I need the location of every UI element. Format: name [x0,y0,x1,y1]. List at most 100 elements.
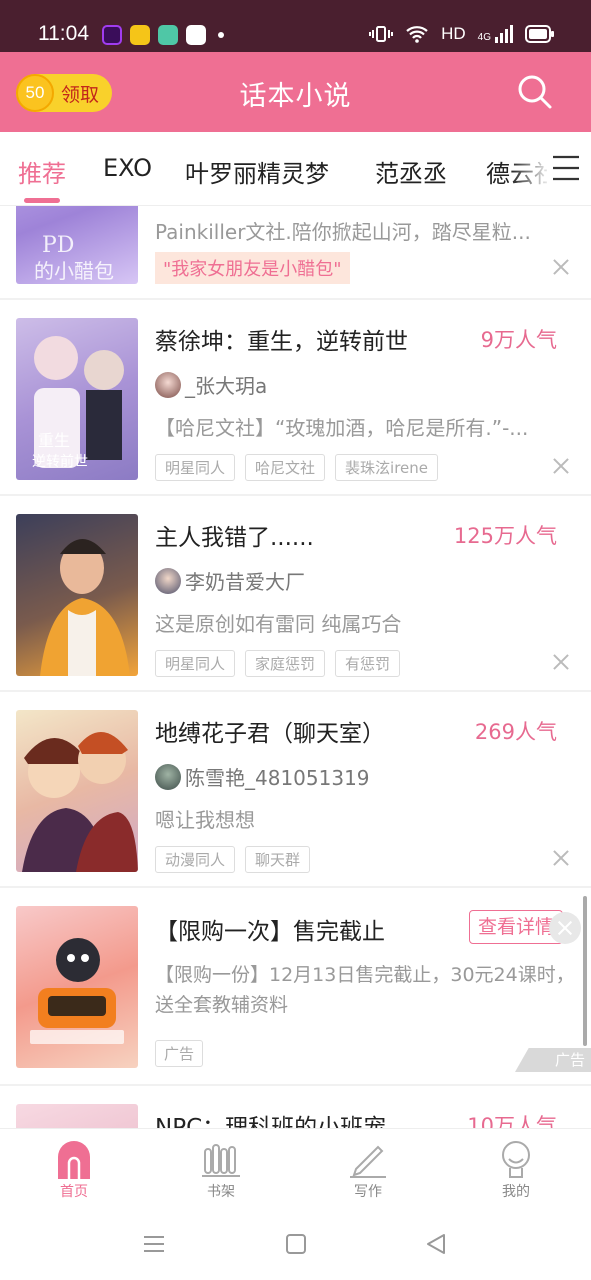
nav-label: 书架 [207,1184,235,1200]
home-icon [58,1141,90,1179]
hd-indicator: HD [441,24,466,43]
book-tag[interactable]: 有惩罚 [335,650,401,677]
book-cover: 重生 逆转前世 [16,318,138,480]
battery-icon [525,25,554,43]
scrollbar[interactable] [583,896,587,1046]
book-card[interactable]: NPC：理科班的小班宠 10万人气 [0,1086,591,1128]
ad-label: 广告 [155,1040,204,1067]
system-navigation [0,1208,591,1280]
book-cover [16,710,138,872]
back-icon[interactable] [424,1232,448,1256]
author-name: _张大玥a [185,374,268,398]
dismiss-icon[interactable] [553,458,569,474]
app-header: 50 领取 话本小说 [0,52,591,132]
book-tag[interactable]: 哈尼文社 [245,454,326,481]
nav-label: 首页 [60,1184,88,1200]
svg-text:的小醋包: 的小醋包 [34,259,114,283]
svg-text:PD: PD [42,233,74,258]
nav-label: 我的 [502,1184,530,1200]
nav-profile[interactable]: 我的 [471,1139,561,1201]
svg-text:逆转前世: 逆转前世 [32,453,88,470]
cover-art [40,539,130,676]
photos-app-icon [186,25,206,45]
book-popularity: 125万人气 [453,524,557,548]
pencil-icon [350,1145,386,1178]
tabs-fade [511,132,551,204]
book-title: NPC：理科班的小班宠 [155,1115,387,1128]
tab-fanchengcheng[interactable]: 范丞丞 [375,154,447,189]
book-description: 嗯让我想想 [155,808,255,832]
book-cover [16,514,138,676]
book-popularity: 10万人气 [467,1114,557,1128]
author-avatar [155,371,181,398]
ad-title: 【限购一次】售完截止 [155,919,385,945]
notes-app-icon [130,25,150,45]
home-button-icon[interactable] [284,1232,308,1256]
category-tabs: 推荐 EXO 叶罗丽精灵梦 范丞丞 德云社 [0,132,591,206]
book-description: 这是原创如有雷同 纯属巧合 [155,612,402,636]
author-name: 陈雪艳_481051319 [185,766,370,790]
cover-art [22,731,138,872]
ad-card[interactable]: 【限购一次】售完截止 查看详情 【限购一份】12月13日售完截止，30元24课时… [0,888,591,1086]
tabs-menu-button[interactable] [547,132,585,204]
book-tag[interactable]: 聊天群 [245,846,311,873]
book-card[interactable]: 主人我错了...... 125万人气 李奶昔爱大厂 这是原创如有雷同 纯属巧合 … [0,496,591,692]
book-description: Painkiller文社.陪你掀起山河，踏尽星粒... [155,220,531,244]
book-card[interactable]: 地缚花子君（聊天室） 269人气 陈雪艳_481051319 嗯让我想想 动漫同… [0,692,591,888]
author-avatar [155,763,181,790]
book-tag[interactable]: 裴珠泫irene [335,454,439,481]
book-feed[interactable]: PD 的小醋包 Painkiller文社.陪你掀起山河，踏尽星粒... "我家女… [0,206,591,1128]
more-notifications-dot [218,32,224,38]
status-time: 11:04 [38,22,89,45]
book-card[interactable]: PD 的小醋包 Painkiller文社.陪你掀起山河，踏尽星粒... "我家女… [0,206,591,300]
status-system-icons: HD 4G [369,24,555,44]
status-notification-icons [102,25,224,45]
nav-write[interactable]: 写作 [323,1139,413,1201]
nav-bookshelf[interactable]: 书架 [176,1139,266,1201]
book-cover [16,1104,138,1128]
ad-description: 【限购一份】12月13日售完截止，30元24课时，送全套教辅资料 [155,964,575,1016]
book-title: 地缚花子君（聊天室） [155,721,385,747]
signal-indicator: 4G [478,25,513,43]
book-tags: 动漫同人 聊天群 [155,846,311,873]
dismiss-icon[interactable] [553,850,569,866]
nav-label: 写作 [354,1184,382,1200]
book-quote: "我家女朋友是小醋包" [155,252,350,284]
nav-home[interactable]: 首页 [29,1139,119,1201]
tab-yeloli[interactable]: 叶罗丽精灵梦 [185,154,329,189]
cover-art: PD 的小醋包 [34,233,114,283]
vibrate-icon [369,26,394,42]
wifi-icon [406,26,428,43]
book-title: 蔡徐坤：重生，逆转前世 [155,329,408,355]
book-tags: 明星同人 家庭惩罚 有惩罚 [155,650,401,677]
chat-app-icon [158,25,178,45]
book-popularity: 269人气 [474,720,557,744]
network-type: 4G [477,32,491,43]
profile-icon [502,1141,530,1178]
dismiss-icon[interactable] [553,259,569,275]
tab-recommend[interactable]: 推荐 [18,154,66,189]
cover-art: 重生 逆转前世 [32,336,124,470]
book-author[interactable]: 李奶昔爱大厂 [155,566,305,595]
book-tag[interactable]: 家庭惩罚 [245,650,326,677]
book-title: 主人我错了...... [155,525,314,551]
book-tag[interactable]: 动漫同人 [155,846,236,873]
book-author[interactable]: 陈雪艳_481051319 [155,762,370,791]
book-cover: PD 的小醋包 [16,206,138,284]
recent-apps-icon[interactable] [142,1232,166,1256]
close-ad-icon[interactable] [549,912,581,944]
book-tag[interactable]: 明星同人 [155,454,236,481]
app-title: 话本小说 [239,81,352,112]
dismiss-icon[interactable] [553,654,569,670]
ad-art [30,938,124,1044]
book-card[interactable]: 重生 逆转前世 蔡徐坤：重生，逆转前世 9万人气 _张大玥a 【哈尼文社】“玫瑰… [0,300,591,496]
ad-badge: 广告 [515,1048,591,1072]
search-icon[interactable] [515,72,555,112]
book-author[interactable]: _张大玥a [155,370,267,399]
video-app-icon [102,25,122,45]
book-tag[interactable]: 明星同人 [155,650,236,677]
tab-exo[interactable]: EXO [103,154,152,182]
hamburger-menu-icon [553,155,579,181]
author-name: 李奶昔爱大厂 [185,570,305,594]
ad-image [16,906,138,1068]
